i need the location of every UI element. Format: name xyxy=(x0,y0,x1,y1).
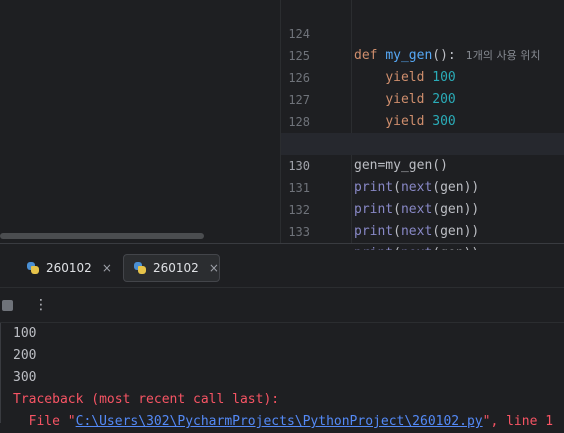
stop-icon[interactable] xyxy=(2,300,13,311)
console-line: 200 xyxy=(13,348,37,363)
builtin-token: print xyxy=(354,224,394,239)
code-line[interactable]: 124 def my_gen(): 1개의 사용 위치 xyxy=(281,1,564,63)
code-line[interactable]: 131 print(next(gen)) xyxy=(281,155,564,217)
close-icon[interactable]: × xyxy=(102,261,112,275)
code-text: print(next(gen)) xyxy=(354,221,479,243)
paren-token: ( xyxy=(393,224,401,239)
run-tab-active[interactable]: 260102 × xyxy=(123,254,220,282)
line-number: 133 xyxy=(288,225,310,239)
project-pane xyxy=(0,0,275,243)
code-line[interactable]: 132 print(next(gen)) xyxy=(281,177,564,239)
console-output[interactable]: 100 200 300 Traceback (most recent call … xyxy=(0,323,564,429)
run-toolbar: ⋮ xyxy=(0,289,564,323)
code-line[interactable]: 127 yield 300 xyxy=(281,67,564,129)
args-token: (gen)) xyxy=(432,224,480,239)
traceback-file-line: File "C:\Users\302\PycharmProjects\Pytho… xyxy=(13,411,553,433)
run-tab-label: 260102 xyxy=(153,261,199,275)
code-line[interactable]: 129 gen=my_gen() xyxy=(281,111,564,173)
code-line[interactable]: 125 yield 100 xyxy=(281,23,564,85)
panel-divider[interactable] xyxy=(0,243,564,244)
horizontal-scrollbar[interactable] xyxy=(0,233,204,239)
code-line-current[interactable]: 130 print(next(gen)) xyxy=(281,133,564,195)
code-line[interactable]: 133 print(next(gen)) xyxy=(281,199,564,261)
run-tab[interactable]: 260102 × xyxy=(26,254,116,282)
console-border xyxy=(0,323,1,423)
run-tab-label: 260102 xyxy=(46,261,92,275)
traceback-prefix: File " xyxy=(13,414,76,429)
traceback-suffix: ", line 1 xyxy=(482,414,554,429)
file-path-link[interactable]: C:\Users\302\PycharmProjects\PythonProje… xyxy=(76,414,483,429)
console-line: 100 xyxy=(13,326,37,341)
python-icon xyxy=(26,261,40,275)
console-line: 300 xyxy=(13,370,37,385)
python-icon xyxy=(133,261,147,275)
code-line[interactable]: 126 yield 200 xyxy=(281,45,564,107)
run-tab-bar: 260102 × 260102 × xyxy=(0,250,564,288)
more-options-icon[interactable]: ⋮ xyxy=(34,295,48,315)
builtin-token: next xyxy=(400,224,433,239)
traceback-header: Traceback (most recent call last): xyxy=(13,392,280,407)
close-icon[interactable]: × xyxy=(209,261,219,275)
code-line[interactable]: 128 xyxy=(281,89,564,129)
